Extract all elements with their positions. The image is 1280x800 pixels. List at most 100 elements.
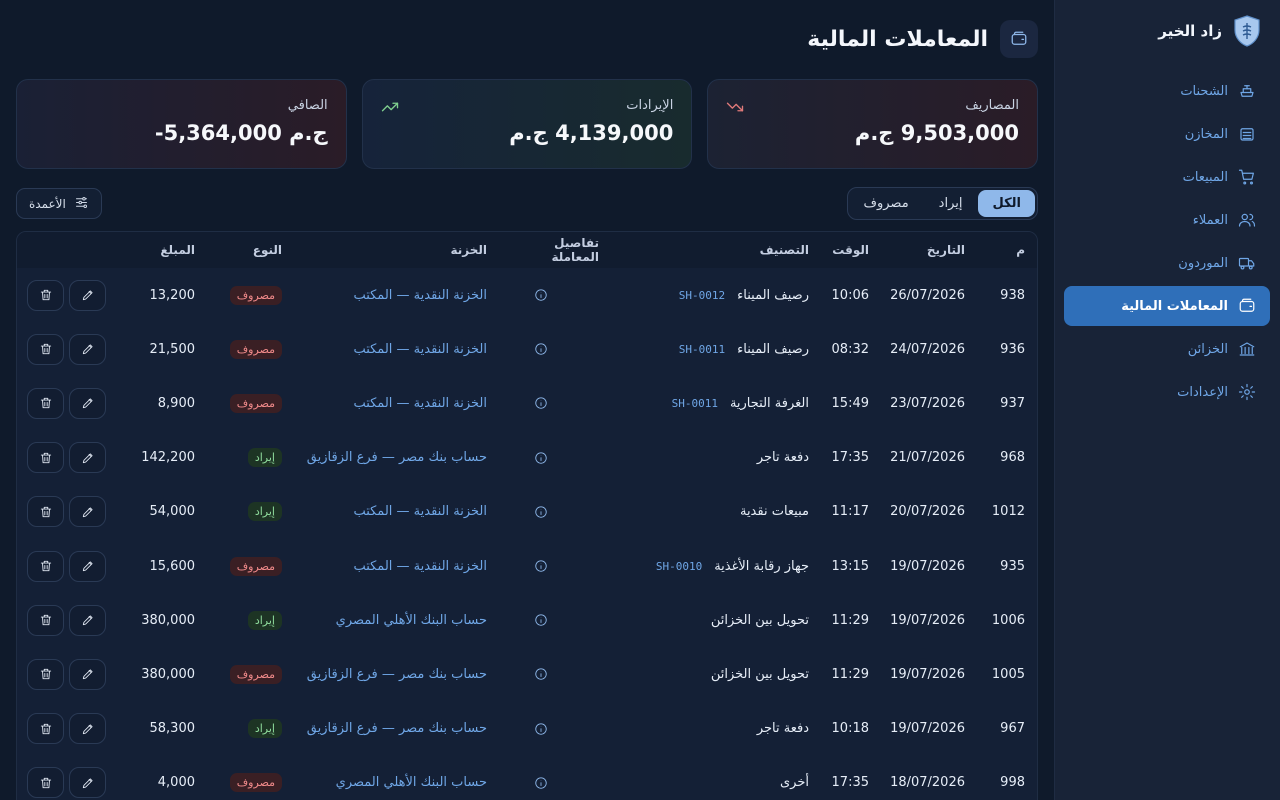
row-num: 938 [1000, 287, 1025, 303]
table-row[interactable]: 968 21/07/2026 17:35 دفعة تاجر حساب بنك مصر … [17, 431, 1037, 485]
delete-button[interactable] [27, 387, 64, 419]
edit-button[interactable] [69, 604, 106, 636]
info-icon[interactable] [534, 722, 548, 736]
info-icon[interactable] [534, 342, 548, 356]
sidebar-item-users[interactable]: العملاء [1064, 200, 1270, 240]
row-treasury[interactable]: الخزنة النقدية — المكتب [294, 485, 499, 539]
bank-icon [1239, 342, 1255, 356]
info-icon[interactable] [534, 288, 548, 302]
row-actions [17, 376, 125, 430]
revenues-value: 4,139,000 ج.م [509, 121, 674, 145]
pencil-icon [82, 778, 93, 788]
table-row[interactable]: 937 23/07/2026 15:49 الغرفة التجارية SH-0011… [17, 376, 1037, 430]
sidebar-item-cart[interactable]: المبيعات [1064, 157, 1270, 197]
row-treasury[interactable]: حساب بنك مصر — فرع الزقازيق [294, 702, 499, 756]
info-icon[interactable] [534, 505, 548, 519]
shipment-ref[interactable]: SH-0012 [679, 289, 725, 302]
sidebar-item-truck[interactable]: الموردون [1064, 243, 1270, 283]
shipment-ref[interactable]: SH-0011 [679, 343, 725, 356]
edit-button[interactable] [69, 658, 106, 690]
edit-button[interactable] [69, 713, 106, 745]
delete-button[interactable] [27, 442, 64, 474]
columns-button[interactable]: الأعمدة [16, 188, 102, 219]
row-amount: 380,000 [141, 612, 195, 628]
row-type: مصروف [207, 539, 294, 593]
edit-button[interactable] [69, 333, 106, 365]
header-treasury[interactable]: الخزنة [294, 232, 499, 268]
row-actions [17, 702, 125, 756]
delete-button[interactable] [27, 550, 64, 582]
delete-button[interactable] [27, 767, 64, 799]
pencil-icon [82, 290, 93, 301]
table-row[interactable]: 1005 19/07/2026 11:29 تحويل بين الخزائن حساب… [17, 647, 1037, 701]
header-num[interactable]: م [977, 232, 1037, 268]
delete-button[interactable] [27, 496, 64, 528]
row-actions [17, 593, 125, 647]
row-date: 18/07/2026 [890, 775, 965, 791]
sidebar-item-bank[interactable]: الخزائن [1064, 329, 1270, 369]
header-category[interactable]: التصنيف [611, 232, 821, 268]
row-treasury[interactable]: حساب البنك الأهلي المصري [294, 593, 499, 647]
row-num: 1006 [991, 612, 1025, 628]
brand[interactable]: زاد الخير [1158, 14, 1262, 48]
filter-expense[interactable]: مصروف [850, 190, 923, 217]
row-details [499, 431, 611, 485]
row-treasury[interactable]: الخزنة النقدية — المكتب [294, 539, 499, 593]
delete-button[interactable] [27, 279, 64, 311]
sidebar-item-wallet[interactable]: المعاملات المالية [1064, 286, 1270, 326]
header-details[interactable]: تفاصيل المعاملة [499, 232, 611, 268]
edit-button[interactable] [69, 767, 106, 799]
edit-button[interactable] [69, 387, 106, 419]
table-row[interactable]: 1006 19/07/2026 11:29 تحويل بين الخزائن حساب… [17, 593, 1037, 647]
delete-button[interactable] [27, 604, 64, 636]
header-time[interactable]: الوقت [821, 232, 881, 268]
trash-icon [40, 560, 51, 572]
edit-button[interactable] [69, 279, 106, 311]
header-actions [17, 232, 125, 268]
delete-button[interactable] [27, 658, 64, 690]
row-details [499, 485, 611, 539]
net-card: الصافي -5,364,000 ج.م [15, 79, 347, 169]
table-row[interactable]: 998 18/07/2026 17:35 أخرى حساب البنك الأهلي … [17, 756, 1037, 800]
delete-button[interactable] [27, 333, 64, 365]
row-treasury[interactable]: الخزنة النقدية — المكتب [294, 322, 499, 376]
row-treasury[interactable]: الخزنة النقدية — المكتب [294, 268, 499, 322]
shipment-ref[interactable]: SH-0011 [672, 397, 718, 410]
row-treasury[interactable]: الخزنة النقدية — المكتب [294, 376, 499, 430]
delete-button[interactable] [27, 713, 64, 745]
table-row[interactable]: 938 26/07/2026 10:06 رصيف الميناء SH-0012 الخ… [17, 268, 1037, 322]
sidebar-item-ship[interactable]: الشحنات [1064, 71, 1270, 111]
table-row[interactable]: 936 24/07/2026 08:32 رصيف الميناء SH-0011 الخ… [17, 322, 1037, 376]
info-icon[interactable] [534, 451, 548, 465]
info-icon[interactable] [534, 396, 548, 410]
row-treasury[interactable]: حساب البنك الأهلي المصري [294, 756, 499, 800]
edit-button[interactable] [69, 496, 106, 528]
row-time: 15:49 [831, 395, 869, 411]
shipment-ref[interactable]: SH-0010 [656, 560, 702, 573]
sidebar-item-label: المخازن [1184, 126, 1228, 142]
edit-button[interactable] [69, 550, 106, 582]
type-badge: إيراد [247, 610, 282, 630]
category-label: جهاز رقابة الأغذية [714, 558, 809, 574]
sidebar-item-warehouse[interactable]: المخازن [1064, 114, 1270, 154]
table-row[interactable]: 967 19/07/2026 10:18 دفعة تاجر حساب بنك مصر … [17, 702, 1037, 756]
filter-all[interactable]: الكل [978, 190, 1035, 217]
info-icon[interactable] [534, 667, 548, 681]
row-treasury[interactable]: حساب بنك مصر — فرع الزقازيق [294, 431, 499, 485]
table-row[interactable]: 935 19/07/2026 13:15 جهاز رقابة الأغذية SH-0… [17, 539, 1037, 593]
header-date[interactable]: التاريخ [881, 232, 977, 268]
header-type[interactable]: النوع [207, 232, 294, 268]
table-header-row: م التاريخ الوقت التصنيف تفاصيل المعاملة … [17, 232, 1037, 268]
header-amount[interactable]: المبلغ [125, 232, 207, 268]
filter-income[interactable]: إيراد [925, 190, 977, 217]
info-icon[interactable] [534, 776, 548, 790]
info-icon[interactable] [534, 559, 548, 573]
row-details [499, 593, 611, 647]
row-treasury[interactable]: حساب بنك مصر — فرع الزقازيق [294, 647, 499, 701]
trend-up-icon [381, 98, 399, 116]
info-icon[interactable] [534, 613, 548, 627]
edit-button[interactable] [69, 442, 106, 474]
trash-icon [40, 615, 51, 626]
table-row[interactable]: 1012 20/07/2026 11:17 مبيعات نقدية الخزنة ال… [17, 485, 1037, 539]
sidebar-item-gear[interactable]: الإعدادات [1064, 372, 1270, 412]
